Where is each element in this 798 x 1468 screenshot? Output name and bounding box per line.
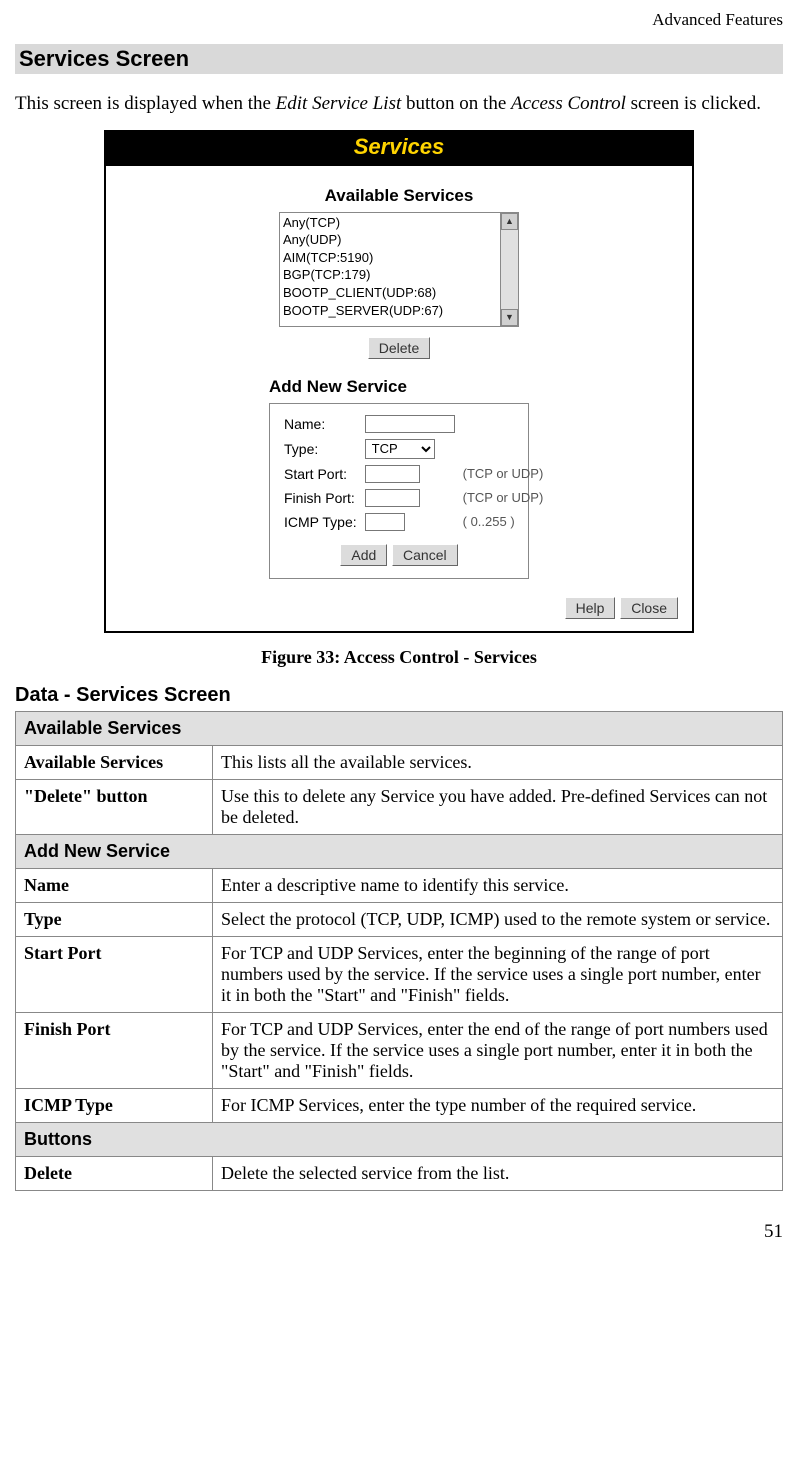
close-button[interactable]: Close <box>620 597 678 619</box>
data-heading: Data - Services Screen <box>15 684 783 707</box>
page-number: 51 <box>15 1221 783 1243</box>
name-field[interactable] <box>365 415 455 433</box>
row-label: Type <box>16 902 213 936</box>
add-service-panel: Name: Type: TCP Start Port: (TCP or UDP)… <box>269 403 529 579</box>
row-desc: Select the protocol (TCP, UDP, ICMP) use… <box>213 902 783 936</box>
help-button[interactable]: Help <box>565 597 616 619</box>
scroll-up-icon[interactable]: ▲ <box>501 213 518 230</box>
list-item[interactable]: BOOTP_SERVER(UDP:67) <box>283 302 497 320</box>
icmp-hint: ( 0..255 ) <box>459 510 548 534</box>
row-label: Name <box>16 868 213 902</box>
window-title: Services <box>106 132 692 166</box>
type-label: Type: <box>280 436 361 462</box>
group-header: Available Services <box>16 711 783 745</box>
intro-em2: Access Control <box>511 93 626 114</box>
finish-port-field[interactable] <box>365 489 420 507</box>
row-desc: For ICMP Services, enter the type number… <box>213 1088 783 1122</box>
row-desc: For TCP and UDP Services, enter the end … <box>213 1012 783 1088</box>
list-item[interactable]: Any(TCP) <box>283 214 497 232</box>
delete-button[interactable]: Delete <box>368 337 430 359</box>
list-item[interactable]: Any(UDP) <box>283 231 497 249</box>
intro-post: screen is clicked. <box>626 93 761 114</box>
row-label: Finish Port <box>16 1012 213 1088</box>
row-desc: For TCP and UDP Services, enter the begi… <box>213 936 783 1012</box>
finish-port-label: Finish Port: <box>280 486 361 510</box>
name-label: Name: <box>280 412 361 436</box>
icmp-type-label: ICMP Type: <box>280 510 361 534</box>
page-header: Advanced Features <box>15 10 783 30</box>
intro-em1: Edit Service List <box>276 93 402 114</box>
finish-port-hint: (TCP or UDP) <box>459 486 548 510</box>
row-desc: Use this to delete any Service you have … <box>213 779 783 834</box>
row-label: Start Port <box>16 936 213 1012</box>
row-desc: Delete the selected service from the lis… <box>213 1156 783 1190</box>
icmp-type-field[interactable] <box>365 513 405 531</box>
start-port-field[interactable] <box>365 465 420 483</box>
group-header: Add New Service <box>16 834 783 868</box>
list-item[interactable]: AIM(TCP:5190) <box>283 249 497 267</box>
intro-pre: This screen is displayed when the <box>15 93 276 114</box>
cancel-button[interactable]: Cancel <box>392 544 458 566</box>
row-desc: Enter a descriptive name to identify thi… <box>213 868 783 902</box>
row-label: Delete <box>16 1156 213 1190</box>
intro-mid: button on the <box>401 93 511 114</box>
row-label: "Delete" button <box>16 779 213 834</box>
section-heading: Services Screen <box>15 44 783 74</box>
list-item[interactable]: BGP(TCP:179) <box>283 266 497 284</box>
row-label: ICMP Type <box>16 1088 213 1122</box>
available-services-label: Available Services <box>116 186 682 206</box>
type-select[interactable]: TCP <box>365 439 435 459</box>
row-desc: This lists all the available services. <box>213 745 783 779</box>
scrollbar[interactable]: ▲ ▼ <box>500 213 518 326</box>
scroll-down-icon[interactable]: ▼ <box>501 309 518 326</box>
services-listbox[interactable]: Any(TCP) Any(UDP) AIM(TCP:5190) BGP(TCP:… <box>279 212 519 327</box>
intro-text: This screen is displayed when the Edit S… <box>15 93 783 116</box>
add-new-service-label: Add New Service <box>269 377 529 397</box>
add-button[interactable]: Add <box>340 544 387 566</box>
group-header: Buttons <box>16 1122 783 1156</box>
list-item[interactable]: BOOTP_CLIENT(UDP:68) <box>283 284 497 302</box>
figure-caption: Figure 33: Access Control - Services <box>15 647 783 668</box>
figure-screenshot: Services Available Services Any(TCP) Any… <box>104 130 694 633</box>
start-port-label: Start Port: <box>280 462 361 486</box>
row-label: Available Services <box>16 745 213 779</box>
start-port-hint: (TCP or UDP) <box>459 462 548 486</box>
data-table: Available Services Available Services Th… <box>15 711 783 1191</box>
